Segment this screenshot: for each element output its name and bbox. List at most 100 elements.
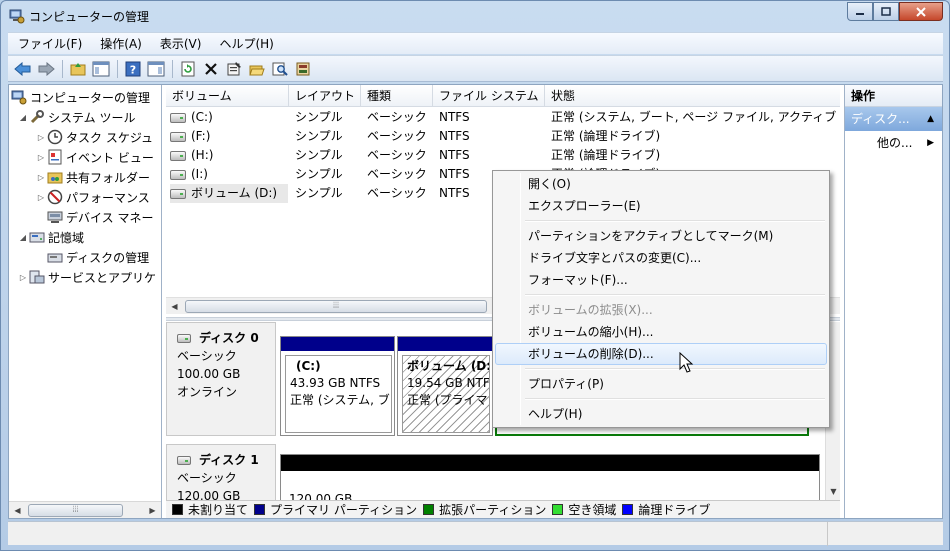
volume-icon (170, 131, 186, 142)
up-folder-button[interactable] (67, 58, 88, 79)
forward-button[interactable] (35, 58, 56, 79)
context-menu-format[interactable]: フォーマット(F)... (495, 269, 827, 291)
context-menu-open[interactable]: 開く(O) (495, 173, 827, 195)
legend: 未割り当て プライマリ パーティション 拡張パーティション 空き領域 論理ドライ… (166, 500, 840, 518)
primary-partition-bar (398, 337, 492, 351)
actions-disk-management[interactable]: ディスク... ▲ (845, 107, 942, 131)
expand-triangle-icon[interactable]: ▷ (35, 173, 47, 182)
volume-list-header: ボリューム レイアウト 種類 ファイル システム 状態 (166, 85, 840, 107)
tree-item-performance[interactable]: ▷ パフォーマンス (35, 187, 150, 207)
column-header-layout[interactable]: レイアウト (289, 85, 361, 107)
context-menu-mark-active[interactable]: パーティションをアクティブとしてマーク(M) (495, 225, 827, 247)
partition-c-status: 正常 (システム, ブ (290, 393, 390, 407)
scroll-thumb[interactable]: ⦙⦙⦙ (28, 504, 123, 517)
menu-action[interactable]: 操作(A) (90, 35, 150, 52)
disk-1-size: 120.00 GB (177, 489, 241, 500)
close-icon (916, 6, 926, 17)
properties-button[interactable] (223, 58, 244, 79)
forward-arrow-icon (38, 61, 55, 76)
help-button[interactable]: ? (122, 58, 143, 79)
scroll-left-icon[interactable]: ◀ (166, 298, 183, 315)
tree-item-task-scheduler[interactable]: ▷ タスク スケジュ (35, 127, 153, 147)
table-row[interactable]: (C:) シンプル ベーシック NTFS 正常 (システム, ブート, ページ … (166, 108, 840, 127)
column-header-status[interactable]: 状態 (545, 85, 840, 107)
scroll-down-icon[interactable]: ▼ (825, 483, 842, 500)
expand-triangle-icon[interactable]: ▷ (35, 153, 47, 162)
menu-view[interactable]: 表示(V) (150, 35, 210, 52)
tree-item-system-tools[interactable]: ◢ システム ツール (17, 107, 135, 127)
menu-help[interactable]: ヘルプ(H) (209, 35, 281, 52)
show-hide-action-pane-button[interactable] (145, 58, 166, 79)
column-header-type[interactable]: 種類 (361, 85, 433, 107)
tree-label: 記憶域 (48, 230, 85, 245)
tree-item-services[interactable]: ▷ サービスとアプリケ (17, 267, 156, 287)
layout-cell: シンプル (295, 110, 343, 124)
settings-button[interactable] (292, 58, 313, 79)
disk-1-label[interactable]: ディスク 1 ベーシック 120.00 GB (166, 444, 276, 500)
partition-c-size: 43.93 GB NTFS (290, 376, 381, 390)
legend-swatch (423, 504, 435, 515)
collapse-triangle-icon[interactable]: ◢ (17, 113, 29, 122)
close-button[interactable] (899, 2, 943, 21)
layout-cell: シンプル (295, 186, 343, 200)
minimize-icon (856, 12, 864, 15)
refresh-button[interactable] (177, 58, 198, 79)
partition-d[interactable]: ボリューム (D: 19.54 GB NTFS 正常 (プライマリ (397, 336, 493, 436)
back-button[interactable] (12, 58, 33, 79)
actions-more[interactable]: 他の... ▶ (845, 131, 942, 155)
context-menu-shrink-volume[interactable]: ボリュームの縮小(H)... (495, 321, 827, 343)
tree-item-shared-folders[interactable]: ▷ 共有フォルダー (35, 167, 150, 187)
type-cell: ベーシック (367, 129, 427, 143)
collapse-up-icon[interactable]: ▲ (927, 107, 934, 131)
disk-icon (177, 333, 191, 343)
disk-0-state: オンライン (177, 385, 238, 399)
scroll-right-icon[interactable]: ▶ (144, 502, 161, 518)
expand-triangle-icon[interactable]: ▷ (17, 273, 29, 282)
tree-item-event-viewer[interactable]: ▷ イベント ビュー (35, 147, 154, 167)
legend-item-primary: プライマリ パーティション (254, 501, 417, 518)
status-segment (8, 522, 828, 546)
minimize-button[interactable] (847, 2, 873, 21)
context-menu-delete-volume[interactable]: ボリュームの削除(D)... (495, 343, 827, 365)
disk-1-unallocated[interactable]: 120.00 GB (280, 454, 820, 500)
table-row[interactable]: (F:) シンプル ベーシック NTFS 正常 (論理ドライブ) (166, 127, 840, 146)
table-row[interactable]: (H:) シンプル ベーシック NTFS 正常 (論理ドライブ) (166, 146, 840, 165)
search-button[interactable] (269, 58, 290, 79)
expand-triangle-icon[interactable]: ▷ (35, 133, 47, 142)
scroll-left-icon[interactable]: ◀ (9, 502, 26, 518)
context-menu-separator (525, 398, 825, 400)
column-header-filesystem[interactable]: ファイル システム (433, 85, 545, 107)
context-menu-extend-volume: ボリュームの拡張(X)... (528, 303, 653, 317)
context-menu-properties[interactable]: プロパティ(P) (495, 373, 827, 395)
collapse-triangle-icon[interactable]: ◢ (17, 233, 29, 242)
filesystem-cell: NTFS (439, 167, 470, 181)
tree-label: パフォーマンス (66, 190, 150, 205)
legend-item-extended: 拡張パーティション (423, 501, 546, 518)
disk-0-size: 100.00 GB (177, 367, 241, 381)
tree-horizontal-scrollbar[interactable]: ◀ ⦙⦙⦙ ▶ (9, 501, 161, 518)
partition-d-status: 正常 (プライマリ (407, 393, 489, 407)
disk-0-label[interactable]: ディスク 0 ベーシック 100.00 GB オンライン (166, 322, 276, 436)
tree-item-root[interactable]: コンピューターの管理 (11, 87, 150, 107)
maximize-button[interactable] (873, 2, 899, 21)
tree-item-disk-management[interactable]: ディスクの管理 (47, 247, 149, 267)
expand-triangle-icon[interactable]: ▷ (35, 193, 47, 202)
context-menu-help[interactable]: ヘルプ(H) (495, 403, 827, 425)
mouse-pointer-icon (679, 352, 694, 373)
performance-icon (47, 189, 63, 205)
open-folder-button[interactable] (246, 58, 267, 79)
event-viewer-icon (47, 149, 63, 165)
delete-button[interactable] (200, 58, 221, 79)
show-hide-tree-button[interactable] (90, 58, 111, 79)
column-header-volume[interactable]: ボリューム (166, 85, 289, 107)
scroll-thumb[interactable]: ⦙⦙⦙ (185, 300, 487, 313)
status-segment (828, 522, 943, 546)
tree-item-storage[interactable]: ◢ 記憶域 (17, 227, 84, 247)
tree-item-device-manager[interactable]: デバイス マネー (47, 207, 153, 227)
unallocated-bar (281, 455, 819, 471)
partition-c[interactable]: (C:) 43.93 GB NTFS 正常 (システム, ブ (280, 336, 395, 436)
menu-file[interactable]: ファイル(F) (8, 35, 90, 52)
window-title: コンピューターの管理 (29, 10, 150, 24)
context-menu-change-drive-letter[interactable]: ドライブ文字とパスの変更(C)... (495, 247, 827, 269)
context-menu-explorer[interactable]: エクスプローラー(E) (495, 195, 827, 217)
